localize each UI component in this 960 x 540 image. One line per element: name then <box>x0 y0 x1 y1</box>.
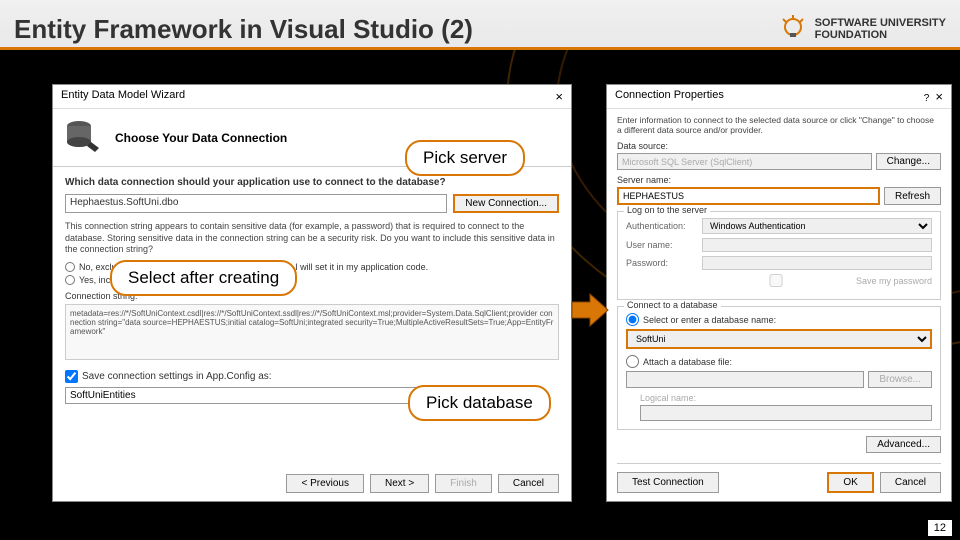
wizard-banner-title: Choose Your Data Connection <box>115 131 287 145</box>
lightbulb-icon <box>777 13 809 45</box>
auth-label: Authentication: <box>626 221 696 231</box>
data-source-label: Data source: <box>617 141 941 151</box>
advanced-button[interactable]: Advanced... <box>866 436 941 453</box>
logon-group-title: Log on to the server <box>624 205 710 215</box>
change-button[interactable]: Change... <box>876 153 941 170</box>
cancel-button[interactable]: Cancel <box>498 474 559 493</box>
slide-header: Entity Framework in Visual Studio (2) SO… <box>0 0 960 50</box>
logical-name-input <box>640 405 932 421</box>
help-icon[interactable]: ? <box>924 93 930 104</box>
logo-text-1: SOFTWARE UNIVERSITY <box>815 17 946 29</box>
username-label: User name: <box>626 240 696 250</box>
browse-button: Browse... <box>868 371 932 388</box>
callout-pick-database: Pick database <box>408 385 551 421</box>
server-name-label: Server name: <box>617 175 941 185</box>
attach-file-input <box>626 371 864 388</box>
server-name-input[interactable] <box>617 187 880 205</box>
database-icon <box>63 118 103 158</box>
radio-exclude-sensitive[interactable] <box>65 262 75 272</box>
radio-attach-db[interactable] <box>626 355 639 368</box>
data-source-input <box>617 153 872 170</box>
props-cancel-button[interactable]: Cancel <box>880 472 941 493</box>
callout-pick-server: Pick server <box>405 140 525 176</box>
connection-string-box: metadata=res://*/SoftUniContext.csdl|res… <box>65 304 559 360</box>
close-icon[interactable]: × <box>555 89 563 104</box>
slide-title: Entity Framework in Visual Studio (2) <box>14 14 473 45</box>
connect-group-title: Connect to a database <box>624 300 721 310</box>
wizard-title: Entity Data Model Wizard <box>61 89 185 104</box>
logical-name-label: Logical name: <box>626 393 932 403</box>
connection-properties-dialog: Connection Properties ? × Enter informat… <box>606 84 952 502</box>
save-password-checkbox <box>702 274 850 287</box>
finish-button: Finish <box>435 474 492 493</box>
save-settings-checkbox[interactable] <box>65 370 78 383</box>
connection-dropdown[interactable]: Hephaestus.SoftUni.dbo <box>65 194 447 213</box>
radio-include-sensitive[interactable] <box>65 275 75 285</box>
sensitive-data-warning: This connection string appears to contai… <box>65 221 559 256</box>
password-input <box>702 256 932 270</box>
auth-dropdown[interactable]: Windows Authentication <box>702 218 932 234</box>
arrow-icon <box>570 290 610 330</box>
test-connection-button[interactable]: Test Connection <box>617 472 719 493</box>
next-button[interactable]: Next > <box>370 474 429 493</box>
props-intro: Enter information to connect to the sele… <box>617 115 941 135</box>
close-icon[interactable]: × <box>935 89 943 104</box>
logo-text-2: FOUNDATION <box>815 29 946 41</box>
database-dropdown[interactable]: SoftUni <box>626 329 932 349</box>
new-connection-button[interactable]: New Connection... <box>453 194 559 213</box>
password-label: Password: <box>626 258 696 268</box>
refresh-button[interactable]: Refresh <box>884 187 941 205</box>
ok-button[interactable]: OK <box>827 472 873 493</box>
wizard-question: Which data connection should your applic… <box>65 177 559 188</box>
callout-select-after-creating: Select after creating <box>110 260 297 296</box>
save-settings-label: Save connection settings in App.Config a… <box>82 371 272 382</box>
page-number: 12 <box>928 520 952 536</box>
username-input <box>702 238 932 252</box>
logo: SOFTWARE UNIVERSITY FOUNDATION <box>777 13 946 45</box>
previous-button[interactable]: < Previous <box>286 474 364 493</box>
props-title: Connection Properties <box>615 89 724 104</box>
radio-select-db[interactable] <box>626 313 639 326</box>
